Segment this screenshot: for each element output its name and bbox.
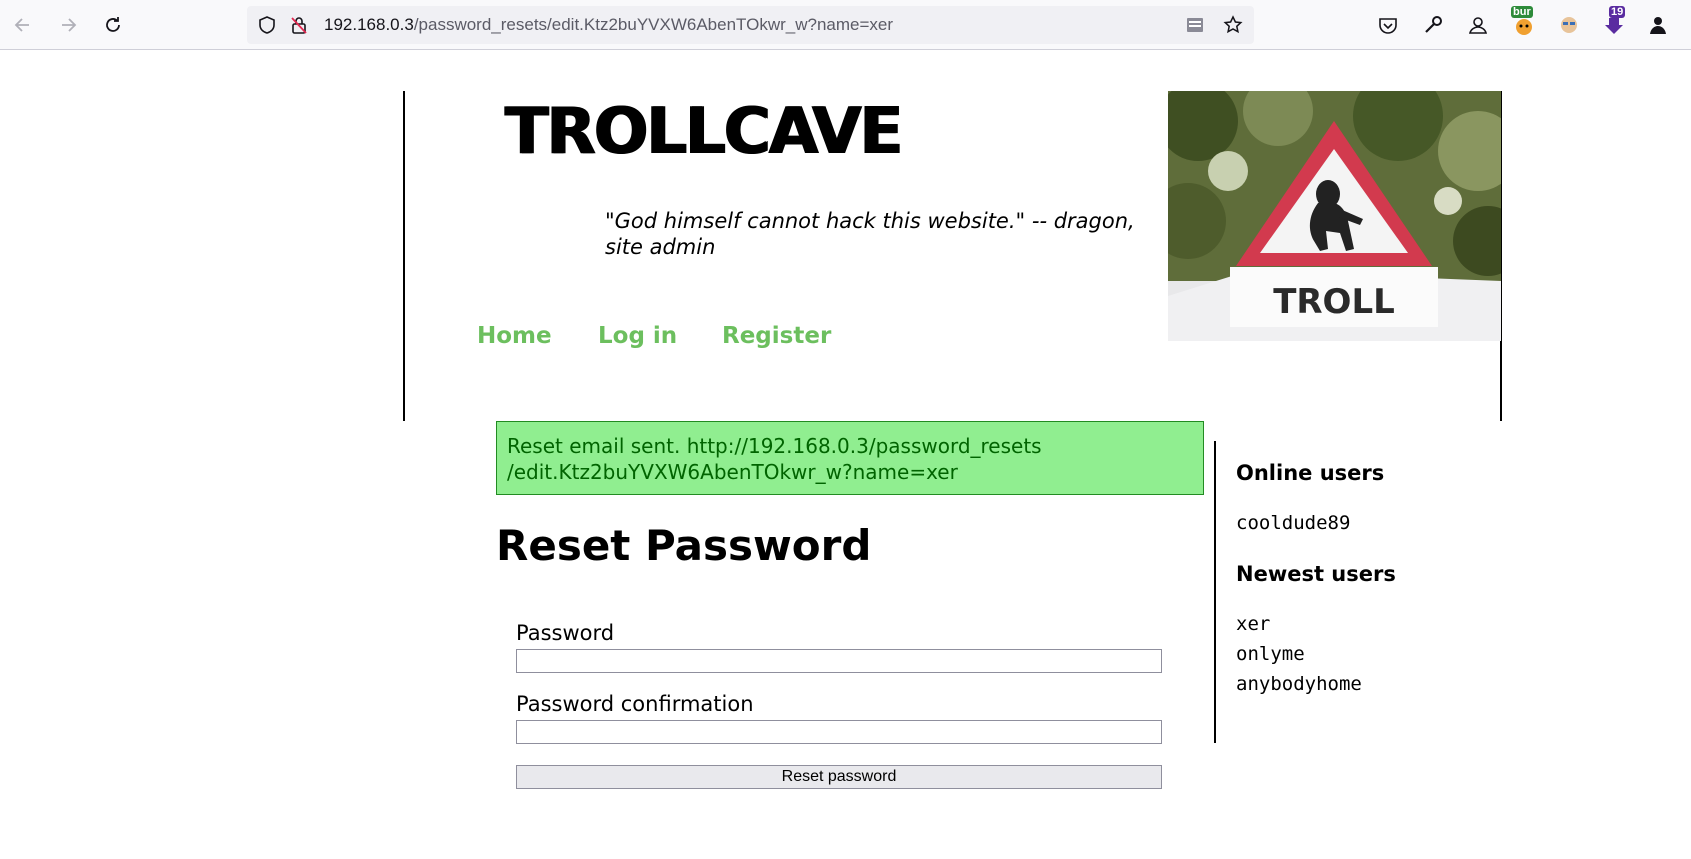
- page-title: Reset Password: [496, 521, 872, 570]
- wrench-icon[interactable]: [1420, 12, 1446, 38]
- url-path: /password_resets/edit.Ktz2buYVXW6AbenTOk…: [413, 15, 894, 34]
- back-icon[interactable]: [8, 10, 38, 40]
- insecure-lock-icon[interactable]: [289, 15, 309, 35]
- newest-users-heading: Newest users: [1236, 562, 1396, 586]
- profile-icon[interactable]: [1645, 12, 1671, 38]
- download-badge: 19: [1609, 6, 1626, 18]
- newest-user-item[interactable]: onlyme: [1236, 643, 1305, 665]
- bookmark-star-icon[interactable]: [1223, 15, 1243, 35]
- newest-user-item[interactable]: anybodyhome: [1236, 673, 1362, 695]
- nav-register[interactable]: Register: [722, 323, 831, 349]
- url-host: 192.168.0.3: [324, 15, 414, 34]
- page-content: TROLLCAVE "God himself cannot hack this …: [0, 51, 1691, 859]
- password-confirmation-field[interactable]: [516, 720, 1162, 744]
- url-bar[interactable]: 192.168.0.3/password_resets/edit.Ktz2buY…: [247, 6, 1254, 44]
- password-confirmation-label: Password confirmation: [516, 692, 754, 716]
- forward-icon[interactable]: [53, 10, 83, 40]
- nav-home[interactable]: Home: [477, 323, 552, 349]
- site-tagline: "God himself cannot hack this website." …: [605, 209, 1135, 259]
- account-icon[interactable]: [1465, 12, 1491, 38]
- site-title: TROLLCAVE: [504, 95, 902, 169]
- burp-extension-icon[interactable]: bur: [1511, 6, 1537, 38]
- online-user-item[interactable]: cooldude89: [1236, 512, 1350, 534]
- sidebar-divider: [1214, 441, 1216, 743]
- password-label: Password: [516, 621, 615, 645]
- flash-success-alert: Reset email sent. http://192.168.0.3/pas…: [496, 421, 1204, 495]
- download-extension-icon[interactable]: 19: [1601, 6, 1627, 38]
- troll-sign-image: TROLL: [1168, 91, 1501, 341]
- online-users-heading: Online users: [1236, 461, 1385, 485]
- url-text[interactable]: 192.168.0.3/password_resets/edit.Ktz2buY…: [324, 15, 893, 35]
- reload-icon[interactable]: [98, 10, 128, 40]
- troll-sign-caption: TROLL: [1273, 282, 1395, 322]
- cookie-extension-icon[interactable]: [1556, 12, 1582, 38]
- password-field[interactable]: [516, 649, 1162, 673]
- shield-icon[interactable]: [257, 15, 277, 35]
- nav-login[interactable]: Log in: [598, 323, 677, 349]
- burp-badge: bur: [1511, 6, 1533, 18]
- reader-view-icon[interactable]: [1185, 15, 1205, 35]
- browser-toolbar: 192.168.0.3/password_resets/edit.Ktz2buY…: [0, 0, 1691, 50]
- pocket-icon[interactable]: [1375, 12, 1401, 38]
- reset-password-button[interactable]: Reset password: [516, 765, 1162, 789]
- newest-user-item[interactable]: xer: [1236, 613, 1270, 635]
